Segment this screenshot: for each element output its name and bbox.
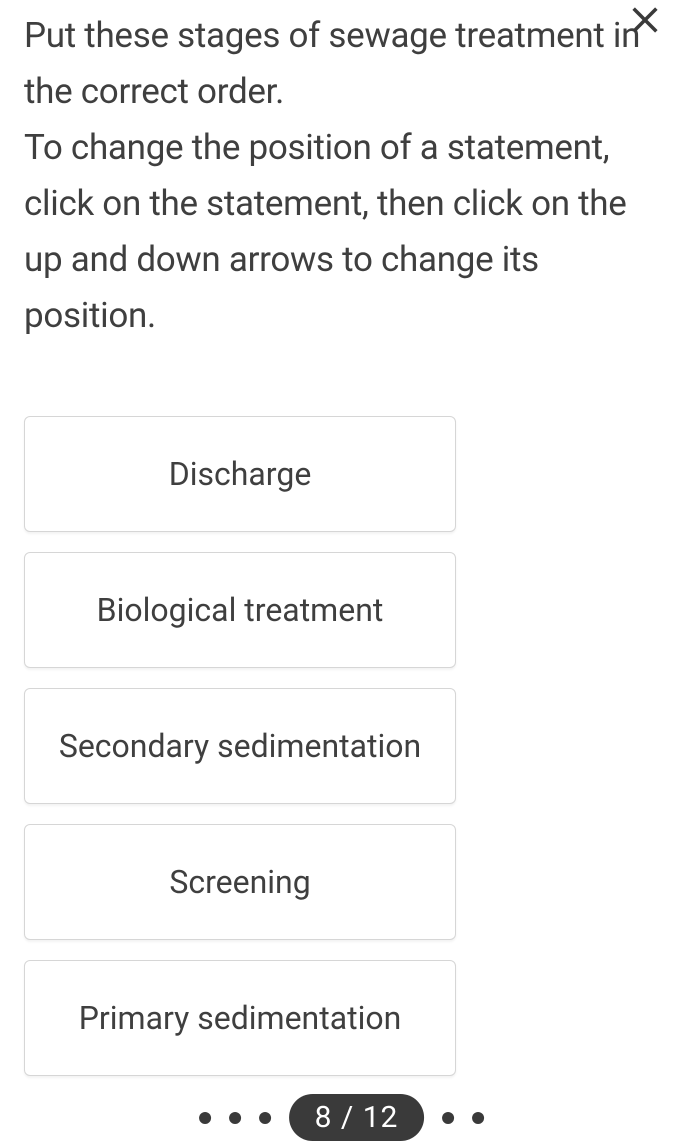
pager-dot[interactable]: [229, 1112, 241, 1124]
pager-dot[interactable]: [259, 1112, 271, 1124]
close-icon: [628, 3, 662, 41]
pager-dot[interactable]: [199, 1112, 211, 1124]
question-text-1: Put these stages of sewage treatment in …: [24, 8, 659, 120]
option-item[interactable]: Secondary sedimentation: [24, 688, 456, 804]
option-item[interactable]: Discharge: [24, 416, 456, 532]
question-text-2: To change the position of a statement, c…: [24, 120, 659, 344]
pager-label: 8 / 12: [315, 1100, 399, 1135]
option-label: Discharge: [169, 455, 312, 493]
option-item[interactable]: Biological treatment: [24, 552, 456, 668]
option-label: Secondary sedimentation: [59, 727, 421, 765]
pager-dot[interactable]: [472, 1112, 484, 1124]
option-label: Screening: [169, 863, 310, 901]
option-item[interactable]: Primary sedimentation: [24, 960, 456, 1076]
close-button[interactable]: [625, 2, 665, 42]
option-label: Primary sedimentation: [79, 999, 402, 1037]
option-item[interactable]: Screening: [24, 824, 456, 940]
pager-dot[interactable]: [442, 1112, 454, 1124]
pager-current: 8 / 12: [289, 1094, 425, 1141]
option-label: Biological treatment: [97, 591, 384, 629]
pager: 8 / 12: [199, 1094, 485, 1141]
question-content: Put these stages of sewage treatment in …: [0, 0, 683, 1076]
options-list: Discharge Biological treatment Secondary…: [24, 416, 659, 1076]
